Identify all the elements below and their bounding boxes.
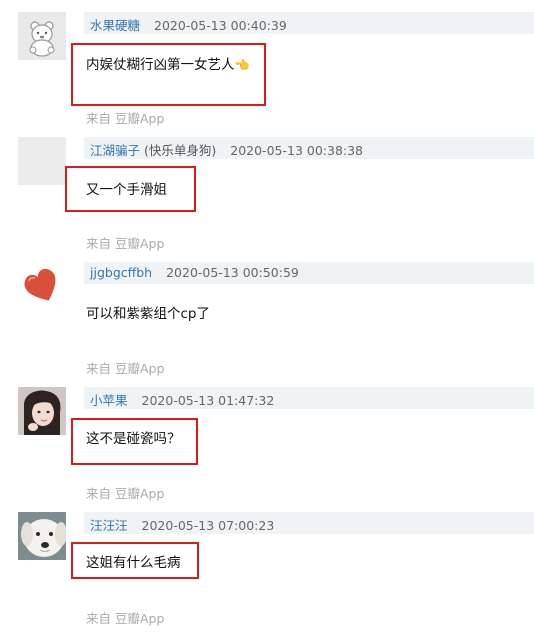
comment-meta-bar: 汪汪汪 2020-05-13 07:00:23 <box>84 512 534 534</box>
comment-meta-bar: jjgbgcffbh 2020-05-13 00:50:59 <box>84 262 534 284</box>
comment-time: 2020-05-13 01:47:32 <box>141 393 275 408</box>
comment-time: 2020-05-13 00:38:38 <box>230 143 364 158</box>
comment-text-content: 内娱仗糊行凶第一女艺人 <box>86 57 235 73</box>
comment-source: 来自 豆瓣App <box>86 611 165 626</box>
dog-avatar[interactable] <box>18 512 66 560</box>
user-note: (快乐单身狗) <box>140 143 217 158</box>
comment-item: 江湖骗子 (快乐单身狗) 2020-05-13 00:38:38 又一个手滑姐 来… <box>0 137 534 262</box>
comment-time: 2020-05-13 07:00:23 <box>141 518 275 533</box>
username-link[interactable]: jjgbgcffbh <box>90 265 152 280</box>
comment-source: 来自 豆瓣App <box>86 361 165 376</box>
comment-meta: 水果硬糖 2020-05-13 00:40:39 <box>90 15 287 34</box>
comment-time: 2020-05-13 00:50:59 <box>166 265 299 280</box>
comment-text: 又一个手滑姐 <box>86 182 167 198</box>
comment-text: 内娱仗糊行凶第一女艺人👈 <box>86 53 249 73</box>
username-link[interactable]: 江湖骗子 <box>90 143 140 158</box>
girl-avatar[interactable] <box>18 387 66 435</box>
comment-source: 来自 豆瓣App <box>86 486 165 501</box>
comment-item: 小苹果 2020-05-13 01:47:32 这不是碰瓷吗？ 来自 豆瓣App <box>0 387 534 512</box>
comment-text: 这姐有什么毛病 <box>86 555 181 571</box>
comment-meta: 小苹果 2020-05-13 01:47:32 <box>90 390 274 409</box>
comment-item: 水果硬糖 2020-05-13 00:40:39 内娱仗糊行凶第一女艺人👈 来自 … <box>0 12 534 137</box>
comment-meta-bar: 江湖骗子 (快乐单身狗) 2020-05-13 00:38:38 <box>84 137 534 159</box>
heart-avatar[interactable] <box>18 262 66 310</box>
comment-item: 汪汪汪 2020-05-13 07:00:23 这姐有什么毛病 来自 豆瓣App <box>0 512 534 637</box>
comment-time: 2020-05-13 00:40:39 <box>154 18 287 33</box>
comment-source: 来自 豆瓣App <box>86 111 165 126</box>
comment-meta-bar: 水果硬糖 2020-05-13 00:40:39 <box>84 12 534 34</box>
blank-avatar[interactable] <box>18 137 66 185</box>
comment-meta: 汪汪汪 2020-05-13 07:00:23 <box>90 515 274 534</box>
comment-meta: jjgbgcffbh 2020-05-13 00:50:59 <box>90 265 299 280</box>
pointing-hand-icon: 👈 <box>234 58 250 72</box>
comment-text: 这不是碰瓷吗？ <box>86 431 181 447</box>
username-link[interactable]: 汪汪汪 <box>90 518 128 533</box>
username-link[interactable]: 水果硬糖 <box>90 18 140 33</box>
comment-item: jjgbgcffbh 2020-05-13 00:50:59 可以和紫紫组个cp了… <box>0 262 534 387</box>
comment-meta-bar: 小苹果 2020-05-13 01:47:32 <box>84 387 534 409</box>
bear-avatar[interactable] <box>18 12 66 60</box>
comment-source: 来自 豆瓣App <box>86 236 165 251</box>
username-link[interactable]: 小苹果 <box>90 393 128 408</box>
comment-meta: 江湖骗子 (快乐单身狗) 2020-05-13 00:38:38 <box>90 140 363 159</box>
comment-text: 可以和紫紫组个cp了 <box>86 306 210 322</box>
